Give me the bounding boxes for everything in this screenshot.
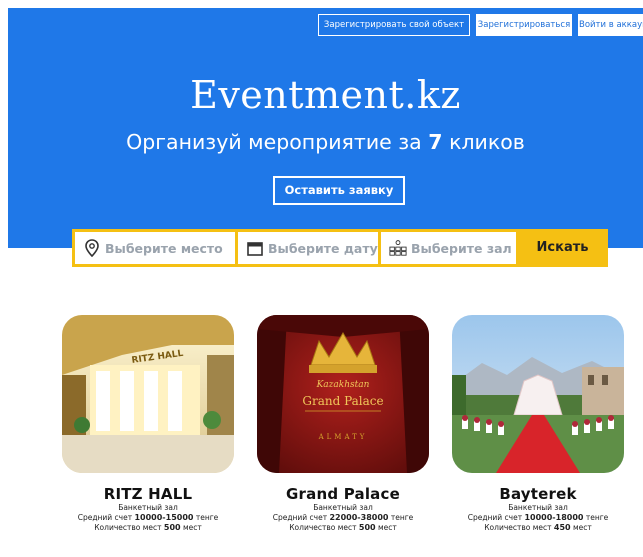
venue-check: Средний счет 10000-18000 тенге	[452, 513, 624, 523]
venue-photo[interactable]: RITZ HALL	[62, 315, 234, 473]
venue-photo[interactable]: Kazakhstan Grand Palace ALMATY	[257, 315, 429, 473]
venue-type: Банкетный зал	[508, 503, 568, 512]
calendar-icon	[246, 239, 264, 257]
hall-icon	[389, 239, 407, 257]
venue-card[interactable]: Kazakhstan Grand Palace ALMATY Grand Pal…	[257, 315, 429, 533]
venue-seats: Количество мест 450 мест	[452, 523, 624, 533]
venue-seats: Количество мест 500 мест	[257, 523, 429, 533]
check-range: 10000-18000	[524, 513, 584, 522]
hall-placeholder: Выберите зал	[411, 240, 512, 256]
hero-tagline: Организуй мероприятие за 7 кликов	[8, 130, 643, 154]
hero-banner	[8, 8, 643, 248]
venue-type: Банкетный зал	[313, 503, 373, 512]
venue-seats: Количество мест 500 мест	[62, 523, 234, 533]
venue-card[interactable]: RITZ HALL RITZ HALL Банкетный зал Средни…	[62, 315, 234, 533]
hall-select[interactable]: Выберите зал	[381, 232, 516, 264]
venue-card[interactable]: Bayterek Банкетный зал Средний счет 1000…	[452, 315, 624, 533]
place-select[interactable]: Выберите место	[75, 232, 235, 264]
place-placeholder: Выберите место	[105, 240, 223, 256]
venue-name[interactable]: Grand Palace	[257, 485, 429, 503]
venue-name[interactable]: RITZ HALL	[62, 485, 234, 503]
brand-logo: Eventment.kz	[190, 73, 461, 117]
venue-type: Банкетный зал	[118, 503, 178, 512]
seats-unit: мест	[183, 523, 202, 532]
check-currency: тенге	[195, 513, 219, 522]
venue-photo[interactable]	[452, 315, 624, 473]
login-button[interactable]: Войти в аккаунт	[578, 14, 643, 36]
search-bar: Выберите место Выберите дату Выберите за…	[72, 229, 608, 267]
date-select[interactable]: Выберите дату	[238, 232, 378, 264]
grand-palace-photo-line1: Kazakhstan	[316, 380, 370, 390]
date-placeholder: Выберите дату	[268, 240, 378, 256]
check-label: Средний счет	[77, 513, 133, 522]
venue-check: Средний счет 10000-15000 тенге	[62, 513, 234, 523]
seats-count: 500	[163, 523, 181, 532]
grand-palace-photo-line3: ALMATY	[318, 433, 368, 441]
register-object-button[interactable]: Зарегистрировать свой объект	[318, 14, 470, 36]
tagline-suffix: кликов	[449, 130, 525, 154]
grand-palace-photo-line2: Grand Palace	[302, 394, 383, 408]
leave-request-button[interactable]: Оставить заявку	[273, 176, 405, 205]
venue-name[interactable]: Bayterek	[452, 485, 624, 503]
seats-unit: мест	[573, 523, 592, 532]
tagline-prefix: Организуй мероприятие за	[126, 130, 422, 154]
check-range: 10000-15000	[134, 513, 194, 522]
seats-count: 500	[358, 523, 376, 532]
seats-label: Количество мест	[484, 523, 552, 532]
check-label: Средний счет	[272, 513, 328, 522]
seats-unit: мест	[378, 523, 397, 532]
search-button[interactable]: Искать	[517, 229, 608, 267]
map-pin-icon	[83, 239, 101, 257]
check-currency: тенге	[585, 513, 609, 522]
check-range: 22000-38000	[329, 513, 389, 522]
tagline-number: 7	[428, 130, 443, 154]
register-button[interactable]: Зарегистрироваться	[476, 14, 572, 36]
seats-label: Количество мест	[289, 523, 357, 532]
check-label: Средний счет	[467, 513, 523, 522]
seats-count: 450	[553, 523, 571, 532]
check-currency: тенге	[390, 513, 414, 522]
seats-label: Количество мест	[94, 523, 162, 532]
venue-check: Средний счет 22000-38000 тенге	[257, 513, 429, 523]
